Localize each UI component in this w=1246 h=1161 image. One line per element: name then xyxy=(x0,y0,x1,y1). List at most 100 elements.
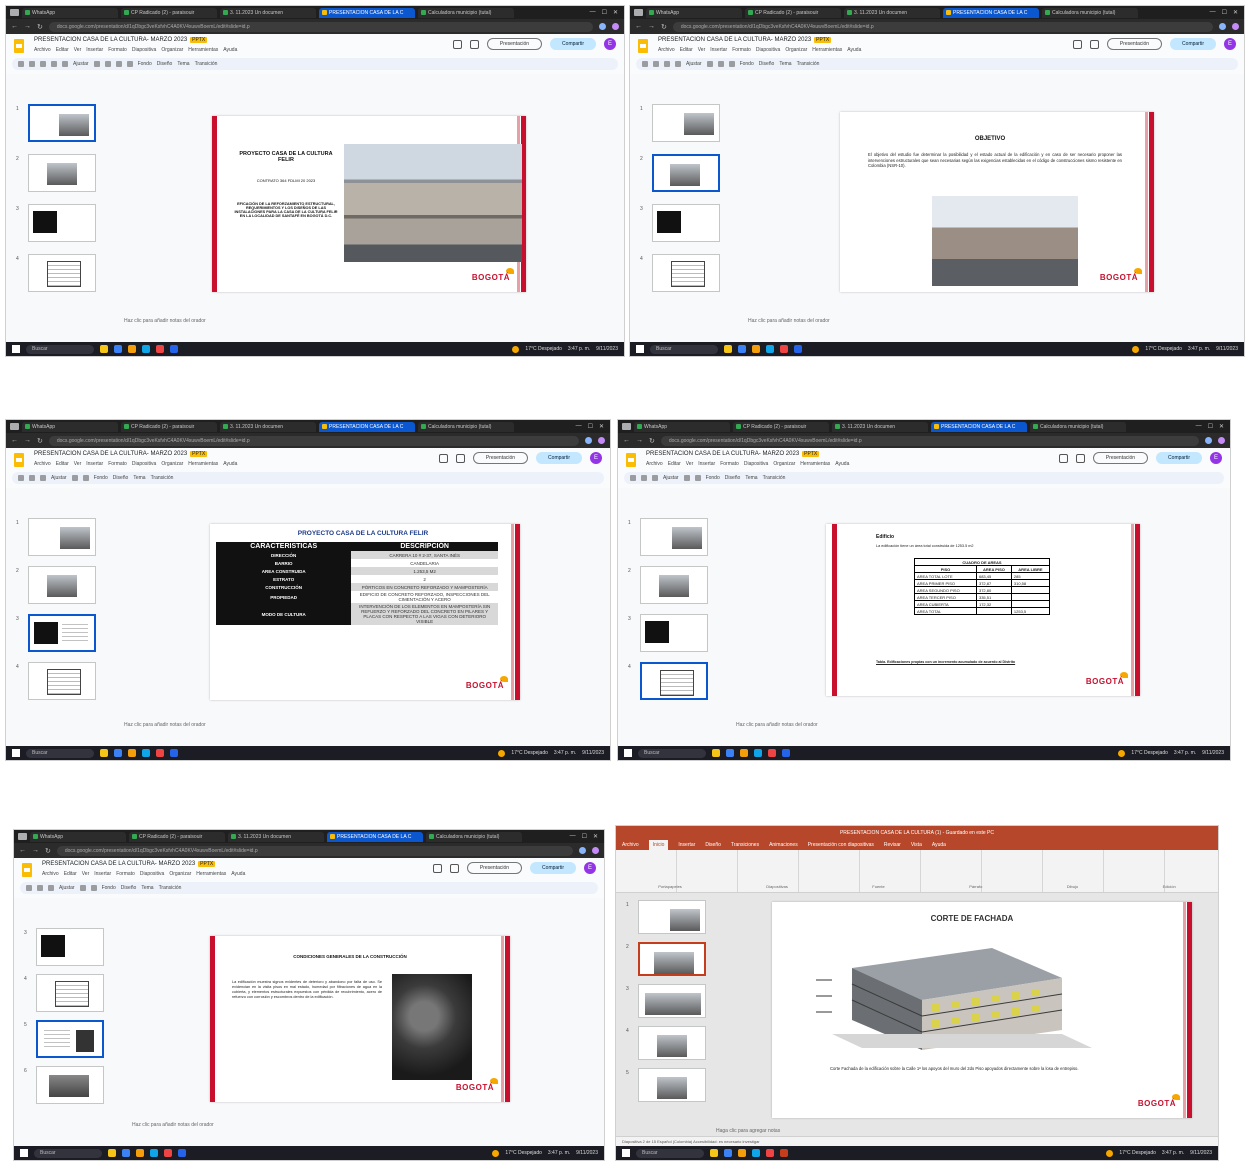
forward-icon[interactable]: → xyxy=(32,847,39,854)
menu-diapositiva[interactable]: Diapositiva xyxy=(140,871,164,877)
taskbar-app-icon[interactable] xyxy=(100,345,108,353)
menu-organizar[interactable]: Organizar xyxy=(161,461,183,467)
slide-thumb-4[interactable] xyxy=(28,662,96,700)
slide-thumb-2[interactable] xyxy=(28,566,96,604)
layout-button[interactable]: Diseño xyxy=(725,475,741,481)
menu-archivo[interactable]: Archivo xyxy=(658,47,675,53)
taskbar-app-icon[interactable] xyxy=(100,749,108,757)
chrome-icon[interactable] xyxy=(780,345,788,353)
maximize-icon[interactable]: ☐ xyxy=(1208,423,1213,430)
slide-canvas[interactable]: PROYECTO CASA DE LA CULTURA FELIR CARACT… xyxy=(210,524,520,700)
menu-formato[interactable]: Formato xyxy=(720,461,739,467)
avatar[interactable]: E xyxy=(604,38,616,50)
speaker-notes[interactable]: Haga clic para agregar notas xyxy=(716,1128,780,1134)
window-menu-icon[interactable] xyxy=(10,423,19,430)
menu-ayuda[interactable]: Ayuda xyxy=(231,871,245,877)
menu-insertar[interactable]: Insertar xyxy=(86,47,103,53)
taskbar-app-icon[interactable] xyxy=(724,1149,732,1157)
background-button[interactable]: Fondo xyxy=(706,475,720,481)
document-title[interactable]: PRESENTACION CASA DE LA CULTURA- MARZO 2… xyxy=(42,861,216,867)
redo-icon[interactable] xyxy=(51,61,57,67)
comments-icon[interactable] xyxy=(469,39,479,49)
slide-thumb-2[interactable] xyxy=(652,154,720,192)
menu-organizar[interactable]: Organizar xyxy=(169,871,191,877)
maximize-icon[interactable]: ☐ xyxy=(582,833,587,840)
share-button[interactable]: Compartir xyxy=(530,862,576,874)
select-icon[interactable] xyxy=(683,475,690,481)
search-menu-icon[interactable] xyxy=(642,61,648,67)
back-icon[interactable]: ← xyxy=(623,437,630,444)
maximize-icon[interactable]: ☐ xyxy=(602,9,607,16)
minimize-icon[interactable]: — xyxy=(1210,9,1216,16)
tab-calculadora[interactable]: Calculadora municipio (tutal) xyxy=(426,831,522,842)
slides-logo-icon[interactable] xyxy=(626,453,636,467)
tab-documento[interactable]: 3. 11.2023 Un documen xyxy=(220,7,316,18)
edge-icon[interactable] xyxy=(142,345,150,353)
slides-logo-icon[interactable] xyxy=(14,39,24,53)
taskbar-app-icon[interactable] xyxy=(114,749,122,757)
slide-thumb-3[interactable] xyxy=(638,984,706,1018)
zoom-fit-button[interactable]: Ajustar xyxy=(663,475,679,481)
menu-diapositiva[interactable]: Diapositiva xyxy=(744,461,768,467)
menu-formato[interactable]: Formato xyxy=(732,47,751,53)
taskbar-app-icon[interactable] xyxy=(710,1149,718,1157)
menu-editar[interactable]: Editar xyxy=(56,47,69,53)
layout-button[interactable]: Diseño xyxy=(157,61,173,67)
slides-logo-icon[interactable] xyxy=(22,863,32,877)
slide-thumb-4[interactable] xyxy=(28,254,96,292)
textbox-icon[interactable] xyxy=(82,475,89,481)
present-button[interactable]: Presentación xyxy=(472,452,529,464)
chrome-icon[interactable] xyxy=(766,1149,774,1157)
history-icon[interactable] xyxy=(432,863,442,873)
edge-icon[interactable] xyxy=(142,749,150,757)
menu-herramientas[interactable]: Herramientas xyxy=(196,871,226,877)
speaker-notes[interactable]: Haz clic para añadir notas del orador xyxy=(124,318,206,324)
print-icon[interactable] xyxy=(62,61,68,67)
folder-icon[interactable] xyxy=(738,1149,746,1157)
tab-documento[interactable]: 3. 11.2023 Un documen xyxy=(228,831,324,842)
taskbar-app-icon[interactable] xyxy=(114,345,122,353)
menu-ver[interactable]: Ver xyxy=(74,47,82,53)
url-input[interactable]: docs.google.com/presentation/d/1qDbgc3ve… xyxy=(660,435,1199,446)
document-title[interactable]: PRESENTACION CASA DE LA CULTURA- MARZO 2… xyxy=(646,451,820,457)
back-icon[interactable]: ← xyxy=(635,23,642,30)
menu-herramientas[interactable]: Herramientas xyxy=(188,461,218,467)
slide-thumb-5[interactable] xyxy=(36,1020,104,1058)
ribbon-tab-ayuda[interactable]: Ayuda xyxy=(932,840,946,850)
slide-thumb-6[interactable] xyxy=(36,1066,104,1104)
tab-whatsapp[interactable]: WhatsApp xyxy=(30,831,126,842)
redo-icon[interactable] xyxy=(40,475,46,481)
speaker-notes[interactable]: Haz clic para añadir notas del orador xyxy=(748,318,830,324)
textbox-icon[interactable] xyxy=(104,61,111,67)
url-input[interactable]: docs.google.com/presentation/d/1qDbgc3ve… xyxy=(48,435,579,446)
share-button[interactable]: Compartir xyxy=(550,38,596,50)
slide-canvas[interactable]: OBJETIVO El objetivo del estudio fue det… xyxy=(840,112,1154,292)
slide-thumb-4[interactable] xyxy=(36,974,104,1012)
edge-icon[interactable] xyxy=(752,1149,760,1157)
background-button[interactable]: Fondo xyxy=(740,61,754,67)
word-icon[interactable] xyxy=(170,345,178,353)
layout-button[interactable]: Diseño xyxy=(113,475,129,481)
background-button[interactable]: Fondo xyxy=(102,885,116,891)
background-button[interactable]: Fondo xyxy=(138,61,152,67)
chrome-icon[interactable] xyxy=(156,749,164,757)
search-menu-icon[interactable] xyxy=(18,475,24,481)
menu-diapositiva[interactable]: Diapositiva xyxy=(132,461,156,467)
chrome-icon[interactable] xyxy=(164,1149,172,1157)
menu-archivo[interactable]: Archivo xyxy=(646,461,663,467)
taskbar-app-icon[interactable] xyxy=(738,345,746,353)
speaker-notes[interactable]: Haz clic para añadir notas del orador xyxy=(132,1122,214,1128)
zoom-fit-button[interactable]: Ajustar xyxy=(51,475,67,481)
profile-icon[interactable] xyxy=(1218,437,1225,444)
document-title[interactable]: PRESENTACION CASA DE LA CULTURA- MARZO 2… xyxy=(658,37,832,43)
windows-start-icon[interactable] xyxy=(20,1149,28,1157)
back-icon[interactable]: ← xyxy=(11,437,18,444)
folder-icon[interactable] xyxy=(128,749,136,757)
slide-thumb-3[interactable] xyxy=(28,204,96,242)
menu-diapositiva[interactable]: Diapositiva xyxy=(132,47,156,53)
menu-organizar[interactable]: Organizar xyxy=(785,47,807,53)
menu-insertar[interactable]: Insertar xyxy=(86,461,103,467)
slide-canvas[interactable]: CORTE DE FACHADA Corte Fachada de la edi… xyxy=(772,902,1192,1118)
tab-presentacion[interactable]: PRESENTACION CASA DE LA C xyxy=(327,831,423,842)
chrome-icon[interactable] xyxy=(156,345,164,353)
